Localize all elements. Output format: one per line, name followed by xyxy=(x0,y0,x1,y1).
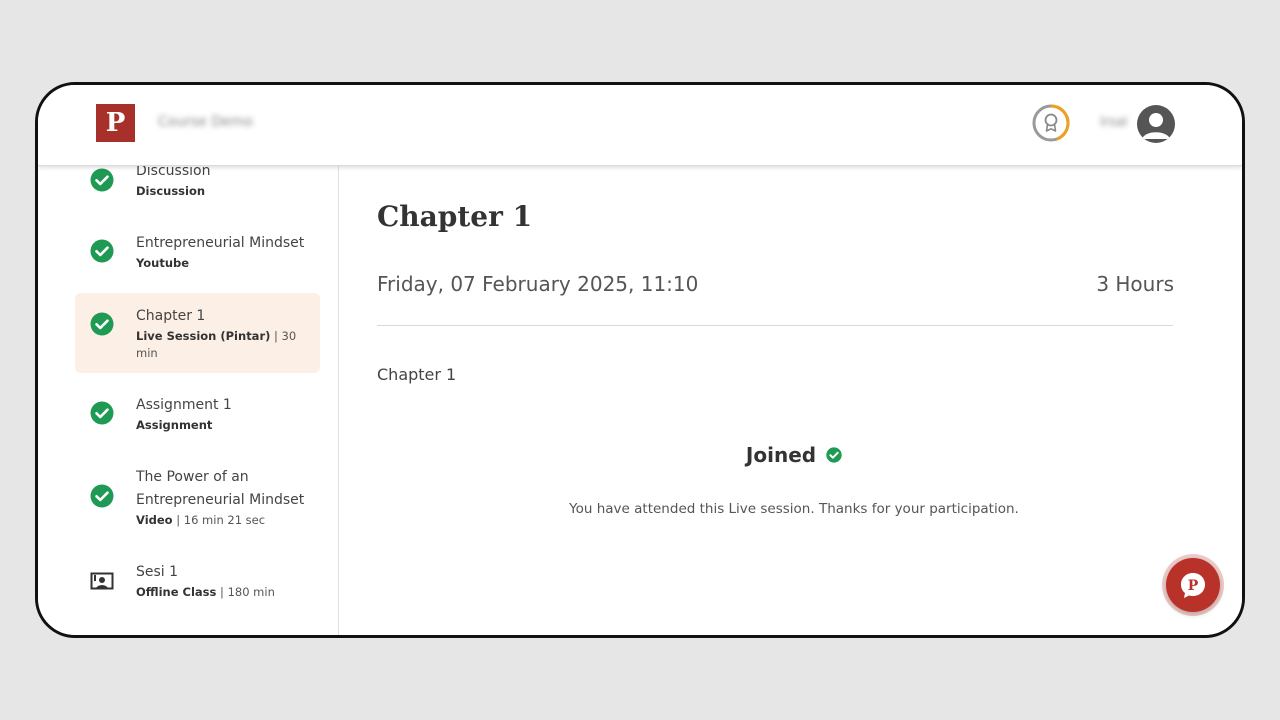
certificate-icon[interactable] xyxy=(1031,103,1071,143)
sidebar-item-title: The Power of an Entrepreneurial Mindset xyxy=(136,469,305,508)
sidebar-item-title: Sesi 1 xyxy=(136,564,179,580)
session-duration: 3 Hours xyxy=(1096,272,1174,296)
device-frame: P Course Demo Irsal Discussion Discussio… xyxy=(35,82,1245,638)
sidebar-item-type: Video xyxy=(136,513,173,527)
session-content: Chapter 1 Friday, 07 February 2025, 11:1… xyxy=(340,166,1242,635)
classroom-icon xyxy=(90,572,114,590)
sidebar-item-chapter-1[interactable]: Chapter 1 Live Session (Pintar) | 30 min xyxy=(75,293,320,373)
sidebar-item-title: Entrepreneurial Mindset xyxy=(136,235,305,251)
user-silhouette-icon xyxy=(1142,113,1170,139)
check-circle-icon xyxy=(90,168,114,192)
sidebar-item-type: Live Session (Pintar) xyxy=(136,329,271,343)
sidebar-item-sesi-1[interactable]: Sesi 1 Offline Class | 180 min xyxy=(75,561,320,611)
sidebar-item-discussion[interactable]: Discussion Discussion xyxy=(75,160,320,204)
sidebar-item-detail: | 180 min xyxy=(220,585,275,599)
sidebar-item-type: Offline Class xyxy=(136,585,217,599)
course-sidebar: Discussion Discussion Entrepreneurial Mi… xyxy=(38,163,339,635)
joined-status: Joined xyxy=(340,443,1210,467)
top-header: P Course Demo Irsal xyxy=(38,85,1242,166)
brand-logo[interactable]: P xyxy=(96,104,135,142)
check-circle-icon xyxy=(90,312,114,336)
user-name[interactable]: Irsal xyxy=(1100,115,1128,130)
svg-text:P: P xyxy=(1188,578,1199,594)
divider xyxy=(377,325,1173,326)
session-date: Friday, 07 February 2025, 11:10 xyxy=(377,272,699,296)
check-circle-icon xyxy=(90,239,114,263)
check-circle-icon xyxy=(90,484,114,508)
brand-logo-letter: P xyxy=(105,108,126,138)
joined-label: Joined xyxy=(745,443,817,467)
sidebar-item-entrepreneurial-mindset[interactable]: Entrepreneurial Mindset Youtube xyxy=(75,232,320,282)
sidebar-item-type: Youtube xyxy=(136,256,190,270)
sidebar-item-title: Chapter 1 xyxy=(136,308,206,324)
sidebar-item-detail: | 16 min 21 sec xyxy=(176,513,266,527)
sidebar-item-title: Assignment 1 xyxy=(136,397,232,413)
sidebar-item-type: Assignment xyxy=(136,418,213,432)
sidebar-item-power-of-entrepreneurial-mindset[interactable]: The Power of an Entrepreneurial Mindset … xyxy=(75,466,320,540)
check-circle-icon xyxy=(90,401,114,425)
attendance-message: You have attended this Live session. Tha… xyxy=(569,501,1019,517)
page-title: Chapter 1 xyxy=(377,200,533,233)
sidebar-item-type: Discussion xyxy=(136,184,206,198)
chat-assistant-button[interactable]: P xyxy=(1166,558,1220,612)
user-avatar[interactable] xyxy=(1137,105,1175,143)
brand-chat-icon: P xyxy=(1181,573,1205,598)
course-title: Course Demo xyxy=(158,114,253,130)
session-description: Chapter 1 xyxy=(377,365,457,384)
sidebar-item-assignment-1[interactable]: Assignment 1 Assignment xyxy=(75,394,320,444)
check-circle-icon xyxy=(826,447,842,463)
